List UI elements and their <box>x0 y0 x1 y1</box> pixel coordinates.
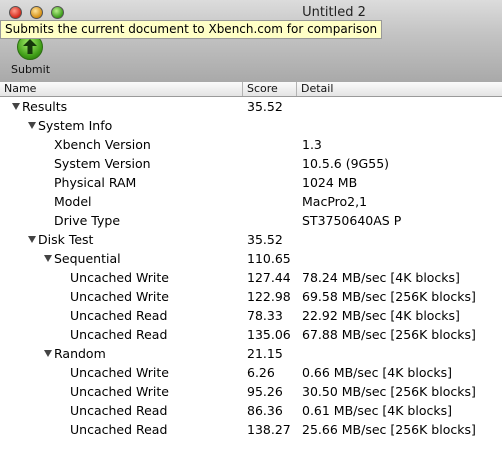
disclosure-triangle-icon[interactable] <box>28 236 36 243</box>
disclosure-triangle-icon[interactable] <box>28 122 36 129</box>
zoom-window-button[interactable] <box>51 6 64 19</box>
row-detail: 25.66 MB/sec [256K blocks] <box>302 422 476 437</box>
disclosure-triangle-icon[interactable] <box>44 255 52 262</box>
row-score: 78.33 <box>247 308 283 323</box>
row-detail: 22.92 MB/sec [4K blocks] <box>302 308 460 323</box>
outline-row[interactable]: Sequential 110.65 <box>0 249 502 268</box>
row-name: System Info <box>38 118 113 133</box>
submit-button[interactable]: Submit <box>8 34 54 78</box>
close-window-button[interactable] <box>9 6 22 19</box>
submit-label: Submit <box>11 63 51 76</box>
row-name: Model <box>54 194 92 209</box>
row-detail: ST3750640AS P <box>302 213 402 228</box>
row-name: Drive Type <box>54 213 121 228</box>
row-score: 95.26 <box>247 384 283 399</box>
outline-row[interactable]: Uncached Write 127.44 78.24 MB/sec [4K blo… <box>0 268 502 287</box>
row-score: 21.15 <box>247 346 283 361</box>
disclosure-triangle-icon[interactable] <box>12 103 20 110</box>
row-detail: 1024 MB <box>302 175 358 190</box>
row-detail: 78.24 MB/sec [4K blocks] <box>302 270 460 285</box>
row-name: Uncached Read <box>70 403 168 418</box>
outline-row[interactable]: System Version 10.5.6 (9G55) <box>0 154 502 173</box>
row-score: 110.65 <box>247 251 291 266</box>
row-name: Uncached Write <box>70 270 169 285</box>
submit-tooltip: Submits the current document to Xbench.c… <box>0 20 383 39</box>
outline-row[interactable]: Uncached Read 135.06 67.88 MB/sec [256K bl… <box>0 325 502 344</box>
row-name: Disk Test <box>38 232 94 247</box>
row-score: 86.36 <box>247 403 283 418</box>
row-detail: 1.3 <box>302 137 322 152</box>
outline-row[interactable]: Xbench Version 1.3 <box>0 135 502 154</box>
column-header-name[interactable]: Name <box>0 82 243 96</box>
outline-row[interactable]: Physical RAM 1024 MB <box>0 173 502 192</box>
row-name: Physical RAM <box>54 175 137 190</box>
row-score: 135.06 <box>247 327 291 342</box>
row-name: Results <box>22 99 68 114</box>
outline-row[interactable]: Uncached Read 138.27 25.66 MB/sec [256K bl… <box>0 420 502 439</box>
row-detail: 0.61 MB/sec [4K blocks] <box>302 403 452 418</box>
row-name: Uncached Read <box>70 327 168 342</box>
window-title: Untitled 2 <box>302 5 366 20</box>
outline-row[interactable]: Results 35.52 <box>0 97 502 116</box>
row-name: Xbench Version <box>54 137 151 152</box>
row-name: Uncached Write <box>70 289 169 304</box>
outline-row[interactable]: Random 21.15 <box>0 344 502 363</box>
xbench-window: Untitled 2 Submit Submits the current do… <box>0 0 502 472</box>
column-header-row: Name Score Detail <box>0 82 502 97</box>
row-detail: 0.66 MB/sec [4K blocks] <box>302 365 452 380</box>
outline-row[interactable]: Uncached Write 122.98 69.58 MB/sec [256K b… <box>0 287 502 306</box>
row-detail: 67.88 MB/sec [256K blocks] <box>302 327 476 342</box>
row-score: 35.52 <box>247 232 283 247</box>
outline-row[interactable]: Uncached Write 95.26 30.50 MB/sec [256K bl… <box>0 382 502 401</box>
column-header-score[interactable]: Score <box>243 82 297 96</box>
results-outline: Results 35.52 System Info Xbench Version 1.3… <box>0 97 502 439</box>
minimize-window-button[interactable] <box>30 6 43 19</box>
row-score: 138.27 <box>247 422 291 437</box>
outline-row[interactable]: Uncached Read 78.33 22.92 MB/sec [4K block… <box>0 306 502 325</box>
row-score: 6.26 <box>247 365 275 380</box>
outline-row[interactable]: Model MacPro2,1 <box>0 192 502 211</box>
outline-row[interactable]: System Info <box>0 116 502 135</box>
disclosure-triangle-icon[interactable] <box>44 350 52 357</box>
row-name: Random <box>54 346 106 361</box>
row-detail: 10.5.6 (9G55) <box>302 156 390 171</box>
outline-row[interactable]: Uncached Write 6.26 0.66 MB/sec [4K blocks… <box>0 363 502 382</box>
title-bar: Untitled 2 Submit <box>0 0 502 83</box>
row-score: 122.98 <box>247 289 291 304</box>
row-detail: 69.58 MB/sec [256K blocks] <box>302 289 476 304</box>
row-score: 35.52 <box>247 99 283 114</box>
outline-row[interactable]: Uncached Read 86.36 0.61 MB/sec [4K blocks… <box>0 401 502 420</box>
row-detail: 30.50 MB/sec [256K blocks] <box>302 384 476 399</box>
row-detail: MacPro2,1 <box>302 194 368 209</box>
row-name: Uncached Write <box>70 384 169 399</box>
row-name: Uncached Read <box>70 308 168 323</box>
outline-row[interactable]: Disk Test 35.52 <box>0 230 502 249</box>
row-name: Uncached Read <box>70 422 168 437</box>
row-score: 127.44 <box>247 270 291 285</box>
row-name: System Version <box>54 156 151 171</box>
row-name: Sequential <box>54 251 121 266</box>
column-header-detail[interactable]: Detail <box>297 82 502 96</box>
row-name: Uncached Write <box>70 365 169 380</box>
outline-row[interactable]: Drive Type ST3750640AS P <box>0 211 502 230</box>
